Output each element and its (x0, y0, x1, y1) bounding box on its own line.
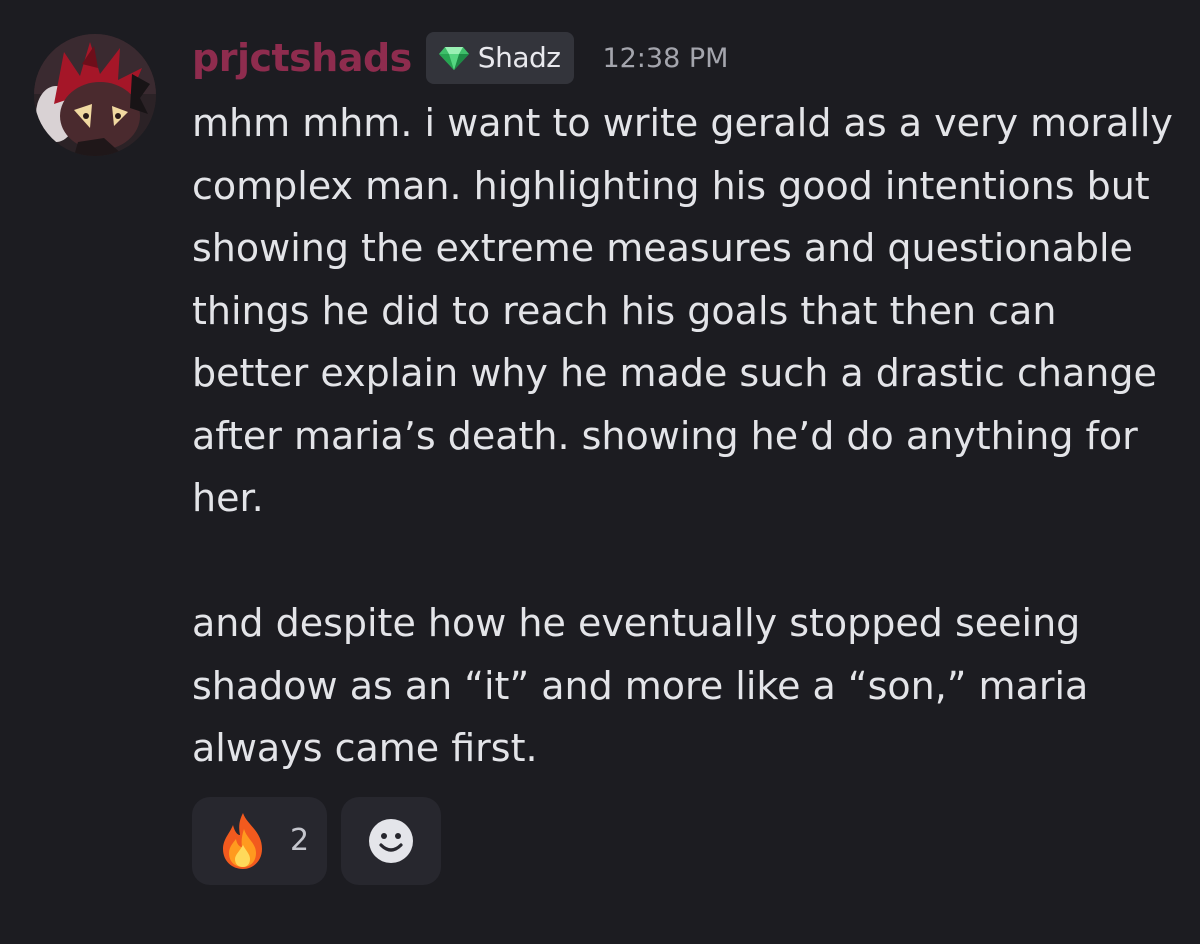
message-timestamp[interactable]: 12:38 PM (602, 45, 728, 72)
chat-message: prjctshads Shadz 12:38 PM mhm mhm. i wan… (0, 0, 1200, 944)
avatar-image (34, 34, 156, 156)
add-reaction-smiley-icon (369, 819, 413, 863)
reaction-count: 2 (290, 823, 310, 858)
message-paragraph: and despite how he eventually stopped se… (192, 601, 1089, 770)
server-tag-label: Shadz (477, 41, 561, 74)
user-avatar[interactable] (34, 34, 156, 156)
message-paragraph: mhm mhm. i want to write gerald as a ver… (192, 101, 1173, 520)
server-tag[interactable]: Shadz (425, 32, 575, 84)
add-reaction-button[interactable] (341, 797, 441, 885)
username[interactable]: prjctshads (192, 39, 412, 77)
message-header: prjctshads Shadz 12:38 PM (192, 28, 728, 88)
fire-emoji-icon (223, 813, 262, 869)
reactions-bar: 2 (192, 797, 441, 885)
green-gem-icon (438, 47, 469, 70)
reaction-fire[interactable]: 2 (192, 797, 327, 885)
message-content: mhm mhm. i want to write gerald as a ver… (192, 92, 1177, 780)
